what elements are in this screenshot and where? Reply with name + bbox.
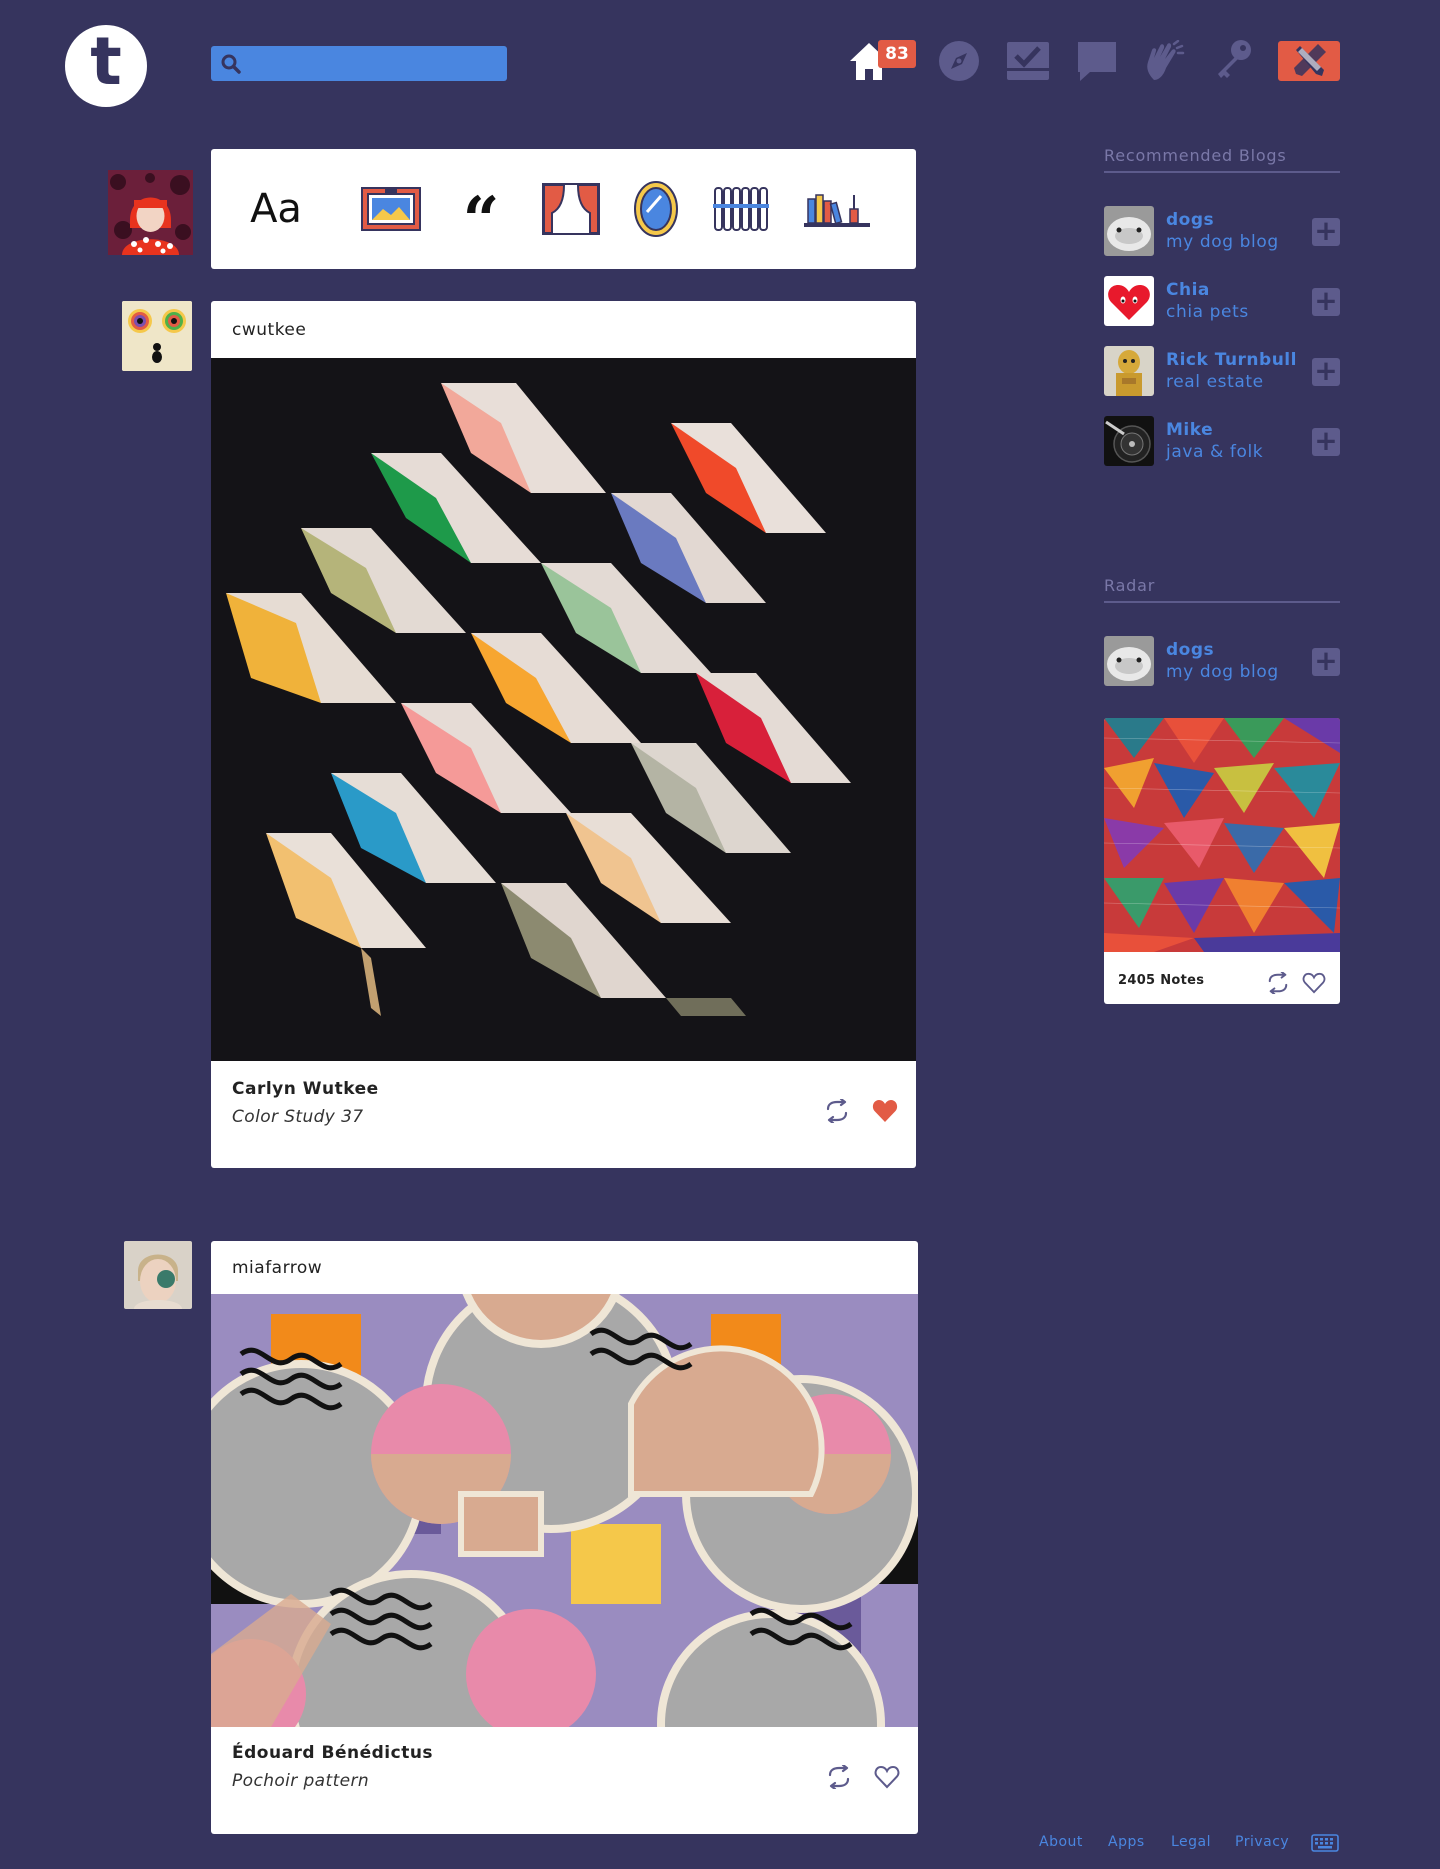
post-artist-name: Édouard Bénédictus [232, 1743, 434, 1763]
follow-plus-button[interactable]: + [1312, 217, 1340, 246]
like-heart-outline-icon[interactable] [874, 1765, 900, 1789]
post-username[interactable]: miafarrow [211, 1241, 918, 1294]
like-heart-outline-icon[interactable] [1302, 972, 1326, 994]
tumblr-logo[interactable]: t [65, 25, 147, 107]
reblog-icon[interactable] [1266, 972, 1290, 994]
curtains-icon [542, 183, 600, 235]
radar-post-image[interactable] [1104, 718, 1340, 952]
blog-avatar[interactable] [1104, 636, 1154, 686]
compose-link-button[interactable] [536, 149, 606, 269]
blog-avatar[interactable] [1104, 276, 1154, 326]
footer-link-about[interactable]: About [1039, 1834, 1083, 1850]
recommended-blog-item[interactable]: Rick Turnbull real estate + [1104, 346, 1340, 396]
inbox-icon[interactable] [1006, 40, 1050, 82]
messaging-icon[interactable] [1076, 40, 1118, 82]
blog-avatar[interactable] [1104, 346, 1154, 396]
radar-notes-count[interactable]: 2405 Notes [1118, 973, 1204, 988]
compose-audio-button[interactable] [706, 149, 776, 269]
radiator-icon [713, 187, 769, 231]
recommended-blog-item[interactable]: Mike java & folk + [1104, 416, 1340, 466]
keyboard-shortcuts-icon[interactable] [1311, 1834, 1339, 1852]
blog-name[interactable]: Rick Turnbull [1166, 350, 1297, 370]
search-icon [221, 54, 241, 74]
like-heart-icon[interactable] [872, 1099, 898, 1123]
photo-frame-icon [361, 187, 421, 231]
post-caption: Édouard Bénédictus Pochoir pattern [211, 1727, 918, 1809]
compose-quote-button[interactable]: “ [446, 149, 516, 269]
post-card: miafarrow Édouard Bénédictus Pochoir pat… [211, 1241, 918, 1834]
follow-plus-button[interactable]: + [1312, 427, 1340, 456]
post-work-title: Pochoir pattern [232, 1771, 370, 1791]
post-username[interactable]: cwutkee [211, 301, 916, 358]
compose-chat-button[interactable] [621, 149, 691, 269]
recommended-blog-item[interactable]: Chia chia pets + [1104, 276, 1340, 326]
blog-name[interactable]: Chia [1166, 280, 1210, 300]
blog-name[interactable]: dogs [1166, 210, 1214, 230]
blog-description: my dog blog [1166, 232, 1279, 252]
follow-plus-button[interactable]: + [1312, 647, 1340, 676]
compose-photo-button[interactable] [356, 149, 426, 269]
blog-avatar[interactable] [1104, 416, 1154, 466]
quote-type-label: “ [462, 183, 500, 258]
explore-compass-icon[interactable] [938, 40, 980, 82]
post-card: cwutkee Carlyn Wutkee Color Study 37 [211, 301, 916, 1168]
blog-avatar[interactable] [1104, 206, 1154, 256]
recommended-blog-item[interactable]: dogs my dog blog + [1104, 206, 1340, 256]
reblog-icon[interactable] [824, 1099, 850, 1123]
follow-plus-button[interactable]: + [1312, 287, 1340, 316]
radar-title: Radar [1104, 576, 1340, 603]
compose-button[interactable] [1278, 41, 1340, 81]
post-work-title: Color Study 37 [232, 1107, 364, 1127]
recommended-blogs-title: Recommended Blogs [1104, 146, 1340, 173]
blog-name[interactable]: dogs [1166, 640, 1214, 660]
reblog-icon[interactable] [826, 1765, 852, 1789]
post-artwork-image[interactable] [211, 358, 916, 1061]
activity-hands-icon[interactable] [1144, 40, 1186, 82]
post-author-avatar[interactable] [124, 1241, 192, 1309]
mirror-icon [634, 181, 678, 237]
bookshelf-icon [804, 194, 870, 227]
current-user-avatar[interactable] [108, 170, 193, 255]
blog-description: java & folk [1166, 442, 1264, 462]
account-key-icon[interactable] [1212, 38, 1254, 82]
post-caption: Carlyn Wutkee Color Study 37 [211, 1061, 916, 1145]
radar-blog-item[interactable]: dogs my dog blog + [1104, 636, 1340, 686]
logo-letter: t [90, 23, 122, 100]
footer-link-apps[interactable]: Apps [1108, 1834, 1145, 1850]
inbox-count-badge: 83 [878, 40, 916, 68]
post-artist-name: Carlyn Wutkee [232, 1079, 379, 1099]
post-author-avatar[interactable] [122, 301, 192, 371]
blog-description: real estate [1166, 372, 1264, 392]
text-type-label: Aa [250, 186, 302, 232]
footer-link-privacy[interactable]: Privacy [1235, 1834, 1289, 1850]
follow-plus-button[interactable]: + [1312, 357, 1340, 386]
post-artwork-image[interactable] [211, 1294, 918, 1727]
radar-post-card: 2405 Notes [1104, 718, 1340, 1004]
post-type-composer: Aa “ [211, 149, 916, 269]
compose-video-button[interactable] [799, 149, 875, 269]
blog-description: chia pets [1166, 302, 1249, 322]
compose-text-button[interactable]: Aa [241, 149, 311, 269]
search-input[interactable] [211, 46, 507, 81]
compose-pencil-ruler-icon [1294, 44, 1326, 76]
blog-name[interactable]: Mike [1166, 420, 1213, 440]
footer-link-legal[interactable]: Legal [1171, 1834, 1211, 1850]
blog-description: my dog blog [1166, 662, 1279, 682]
